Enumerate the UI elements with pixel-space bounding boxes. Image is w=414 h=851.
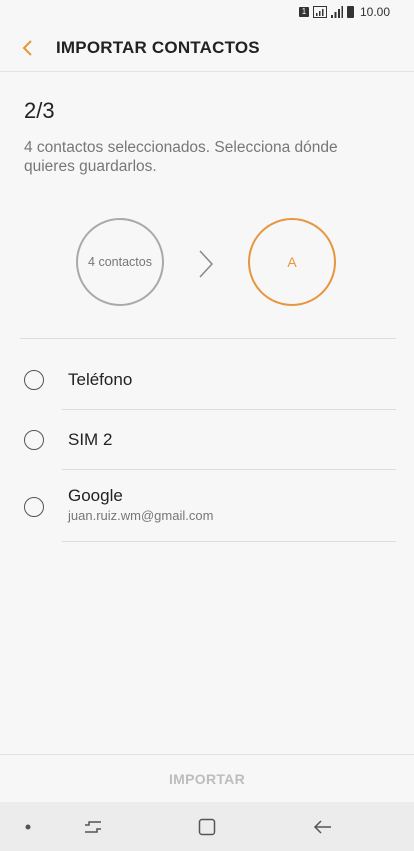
- clock: 10.00: [359, 5, 390, 19]
- back-button[interactable]: [0, 24, 52, 72]
- navigation-bar: [0, 802, 414, 851]
- dot-icon: [16, 802, 40, 851]
- target-circle: A: [248, 218, 336, 306]
- back-icon[interactable]: [308, 802, 338, 851]
- sim-badge-icon: 1: [298, 7, 309, 17]
- source-circle: 4 contactos: [76, 218, 164, 306]
- source-label: 4 contactos: [88, 255, 152, 269]
- page-title: IMPORTAR CONTACTOS: [56, 37, 260, 57]
- recents-icon[interactable]: [78, 802, 108, 851]
- chevron-left-icon: [22, 39, 32, 56]
- home-icon[interactable]: [192, 802, 222, 851]
- chevron-right-icon: [199, 250, 214, 278]
- radio-button[interactable]: [24, 370, 44, 390]
- option-google[interactable]: Google juan.ruiz.wm@gmail.com: [0, 470, 414, 542]
- option-label: SIM 2: [68, 430, 113, 449]
- bottom-bar: IMPORTAR: [0, 754, 414, 803]
- option-label: Google: [68, 486, 123, 505]
- divider: [20, 338, 396, 339]
- radio-button[interactable]: [24, 430, 44, 450]
- target-label: A: [287, 254, 297, 270]
- battery-icon: [346, 6, 354, 18]
- option-label: Teléfono: [68, 370, 133, 389]
- option-sublabel: juan.ruiz.wm@gmail.com: [68, 508, 214, 523]
- step-indicator: 2/3: [24, 98, 55, 123]
- import-flow: 4 contactos A: [0, 218, 414, 310]
- app-bar: IMPORTAR CONTACTOS: [0, 24, 414, 72]
- radio-button[interactable]: [24, 497, 44, 517]
- signal-bars-icon: [330, 6, 343, 18]
- import-button[interactable]: IMPORTAR: [169, 771, 245, 787]
- status-bar: 1 10.00: [0, 0, 414, 24]
- option-sim2[interactable]: SIM 2: [0, 410, 414, 470]
- step-description: 4 contactos seleccionados. Selecciona dó…: [24, 139, 338, 175]
- divider: [62, 541, 396, 542]
- signal-icon: [312, 6, 327, 18]
- option-telefono[interactable]: Teléfono: [0, 350, 414, 410]
